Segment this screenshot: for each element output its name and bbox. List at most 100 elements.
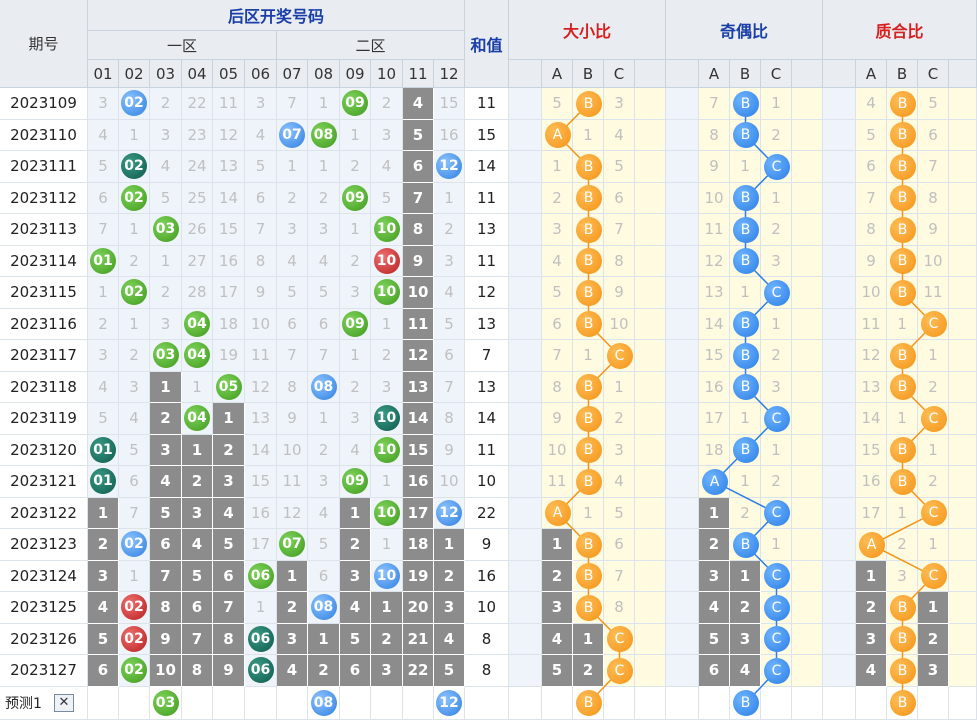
omission-cell: 6 (88, 182, 119, 214)
predict-number-cell[interactable] (213, 686, 245, 720)
ratio-cell: B (887, 592, 918, 624)
missing-count-cell: 2 (434, 560, 465, 592)
close-predict-button[interactable]: ✕ (53, 693, 74, 712)
ratio-cell: C (918, 497, 949, 529)
predict-ball[interactable]: 03 (152, 689, 179, 716)
predict-number-cell[interactable] (245, 686, 277, 720)
drawn-number-ball: 08 (310, 121, 337, 148)
predict-blank-cell (666, 686, 699, 720)
predict-ratio-cell[interactable]: B (573, 686, 604, 720)
drawn-number-ball: 10 (373, 247, 400, 274)
missing-count-cell: 8 (403, 214, 434, 246)
sum-cell: 16 (465, 560, 509, 592)
period-cell: 2023116 (0, 308, 88, 340)
ratio-blank-cell (635, 245, 666, 277)
predict-ratio-cell[interactable] (856, 686, 887, 720)
ratio-cell: B (573, 214, 604, 246)
ratio-blank-cell (949, 623, 977, 655)
omission-cell: 28 (182, 277, 213, 309)
ratio-cell: C (604, 340, 635, 372)
ratio-cell: B (730, 182, 761, 214)
ratio-omission-cell: 8 (604, 592, 635, 624)
omission-cell: 2 (340, 151, 371, 183)
omission-cell: 11 (277, 466, 308, 498)
missing-count-cell: 9 (403, 245, 434, 277)
ratio-omission-cell: 2 (730, 592, 761, 624)
missing-count-cell: 1 (434, 529, 465, 561)
missing-count-cell: 1 (182, 434, 213, 466)
omission-cell: 1 (88, 277, 119, 309)
ratio-omission-cell: 3 (699, 560, 730, 592)
predict-ratio-cell[interactable] (761, 686, 792, 720)
predict-ratio-cell[interactable] (699, 686, 730, 720)
omission-cell: 8 (245, 245, 277, 277)
drawn-number-ball: 10 (373, 405, 400, 432)
number-cell: 04 (182, 403, 213, 435)
drawn-number-ball: 01 (90, 247, 116, 274)
ratio-blank-cell (823, 529, 856, 561)
predict-number-cell[interactable] (277, 686, 308, 720)
predict-ball[interactable]: 08 (310, 689, 337, 716)
ratio-blank-cell (666, 560, 699, 592)
ratio-omission-cell: 1 (730, 403, 761, 435)
predict-ball[interactable]: 12 (436, 689, 462, 716)
predict-number-cell[interactable] (340, 686, 371, 720)
predict-number-cell[interactable] (371, 686, 403, 720)
drawn-number-ball: 09 (342, 468, 368, 495)
omission-cell: 11 (245, 340, 277, 372)
ratio-cell: C (761, 623, 792, 655)
ratio-blank-cell (949, 434, 977, 466)
predict-number-cell[interactable] (182, 686, 213, 720)
predict-ratio-cell[interactable]: B (730, 686, 761, 720)
ratio-blank-cell (823, 214, 856, 246)
ratio-blank-cell (635, 529, 666, 561)
ratio-blank-cell (792, 151, 823, 183)
sum-cell: 14 (465, 403, 509, 435)
ratio-cell: C (761, 277, 792, 309)
ratio-omission-cell: 2 (918, 466, 949, 498)
ratio-blank-cell (949, 466, 977, 498)
omission-cell: 3 (340, 277, 371, 309)
omission-cell: 1 (245, 592, 277, 624)
ratio-blank-cell (823, 308, 856, 340)
omission-cell: 17 (245, 529, 277, 561)
number-cell: 02 (119, 88, 150, 120)
ratio-blank-cell (635, 655, 666, 687)
ratio-blank-cell (509, 245, 542, 277)
ratio-cell: C (604, 623, 635, 655)
missing-count-cell: 5 (434, 655, 465, 687)
predict-number-cell[interactable] (88, 686, 119, 720)
period-cell: 2023114 (0, 245, 88, 277)
ratio-blank-cell (949, 151, 977, 183)
drawn-number-ball: 09 (342, 184, 368, 211)
predict-number-cell[interactable]: 12 (434, 686, 465, 720)
predict-number-cell[interactable]: 03 (150, 686, 182, 720)
ratio-blank-cell (509, 655, 542, 687)
predict-number-cell[interactable] (403, 686, 434, 720)
missing-count-cell: 4 (277, 655, 308, 687)
number-cell: 09 (340, 308, 371, 340)
predict-number-cell[interactable]: 08 (308, 686, 340, 720)
omission-cell: 3 (371, 119, 403, 151)
omission-cell: 15 (245, 466, 277, 498)
predict-number-cell[interactable] (119, 686, 150, 720)
ratio-cell: C (761, 655, 792, 687)
missing-count-cell: 7 (150, 560, 182, 592)
omission-cell: 5 (308, 277, 340, 309)
drawn-number-ball: 02 (121, 531, 147, 558)
missing-count-cell: 2 (88, 529, 119, 561)
omission-cell: 3 (308, 214, 340, 246)
missing-count-cell: 2 (371, 623, 403, 655)
missing-count-cell: 17 (403, 497, 434, 529)
missing-count-cell: 3 (434, 592, 465, 624)
number-cell: 02 (119, 655, 150, 687)
ratio-omission-cell: 10 (542, 434, 573, 466)
predict-ratio-cell[interactable] (918, 686, 949, 720)
predict-ratio-cell[interactable] (604, 686, 635, 720)
ratio-blank-cell (666, 434, 699, 466)
predict-ratio-cell[interactable]: B (887, 686, 918, 720)
number-cell: 02 (119, 151, 150, 183)
ratio-cell: B (573, 434, 604, 466)
ratio-omission-cell: 1 (542, 151, 573, 183)
predict-ratio-cell[interactable] (542, 686, 573, 720)
